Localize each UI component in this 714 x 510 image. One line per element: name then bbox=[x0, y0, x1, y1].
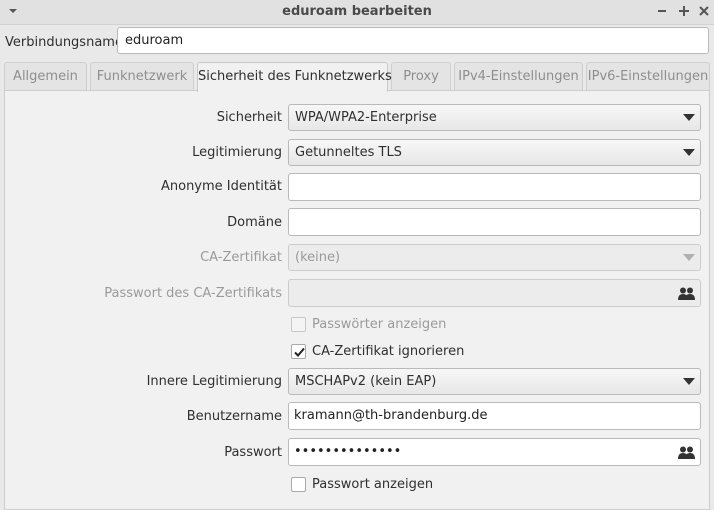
connection-name-label: Verbindungsname bbox=[5, 35, 123, 50]
security-value: WPA/WPA2-Enterprise bbox=[295, 110, 437, 125]
title-bar: eduroam bearbeiten bbox=[0, 0, 714, 25]
domain-label: Domäne bbox=[227, 215, 282, 230]
tab-ipv6-settings[interactable]: IPv6-Einstellungen bbox=[586, 62, 710, 90]
password-label: Passwort bbox=[224, 445, 282, 460]
checkmark-icon bbox=[294, 347, 305, 357]
connection-name-input[interactable]: eduroam bbox=[117, 27, 709, 54]
password-input[interactable]: •••••••••••••• bbox=[288, 438, 701, 466]
security-label: Sicherheit bbox=[216, 110, 282, 125]
security-dropdown[interactable]: WPA/WPA2-Enterprise bbox=[288, 104, 701, 131]
caret-down-icon bbox=[683, 114, 695, 121]
ca-certificate-dropdown[interactable]: (keine) bbox=[288, 244, 701, 271]
inner-authentication-label: Innere Legitimierung bbox=[146, 374, 282, 389]
users-icon[interactable] bbox=[678, 446, 695, 459]
ignore-ca-certificate-checkbox[interactable] bbox=[291, 344, 306, 359]
domain-input[interactable] bbox=[288, 208, 701, 236]
show-passwords-label: Passwörter anzeigen bbox=[312, 317, 447, 332]
close-button[interactable] bbox=[695, 3, 713, 21]
minimize-button[interactable] bbox=[653, 3, 671, 21]
tab-general[interactable]: Allgemein bbox=[4, 62, 87, 90]
show-password-label: Passwort anzeigen bbox=[312, 477, 434, 492]
show-passwords-checkbox[interactable] bbox=[291, 317, 306, 332]
caret-down-icon bbox=[683, 378, 695, 385]
minimize-icon bbox=[658, 10, 666, 12]
tab-proxy[interactable]: Proxy bbox=[391, 62, 451, 90]
username-label: Benutzername bbox=[186, 409, 282, 424]
anonymous-identity-input[interactable] bbox=[288, 173, 701, 201]
inner-authentication-value: MSCHAPv2 (kein EAP) bbox=[295, 374, 437, 389]
maximize-icon bbox=[679, 6, 689, 16]
ca-cert-password-label: Passwort des CA-Zertifikats bbox=[104, 286, 282, 301]
show-password-checkbox[interactable] bbox=[291, 477, 306, 492]
maximize-button[interactable] bbox=[675, 3, 693, 21]
authentication-label: Legitimierung bbox=[192, 145, 282, 160]
ca-cert-password-input[interactable] bbox=[288, 279, 701, 307]
anonymous-identity-label: Anonyme Identität bbox=[160, 179, 282, 194]
ignore-ca-certificate-label: CA-Zertifikat ignorieren bbox=[312, 344, 465, 359]
authentication-dropdown[interactable]: Getunneltes TLS bbox=[288, 139, 701, 166]
tab-ipv4-settings[interactable]: IPv4-Einstellungen bbox=[454, 62, 583, 90]
ca-certificate-label: CA-Zertifikat bbox=[200, 250, 282, 265]
inner-authentication-dropdown[interactable]: MSCHAPv2 (kein EAP) bbox=[288, 368, 701, 395]
password-value: •••••••••••••• bbox=[294, 444, 402, 459]
tab-wifi[interactable]: Funknetzwerk bbox=[90, 62, 194, 90]
username-input[interactable]: kramann@th-brandenburg.de bbox=[288, 402, 701, 430]
tab-wifi-security[interactable]: Sicherheit des Funknetzwerks bbox=[197, 62, 392, 92]
users-icon[interactable] bbox=[678, 287, 695, 300]
caret-down-icon bbox=[683, 149, 695, 156]
close-icon bbox=[699, 6, 709, 16]
caret-down-icon bbox=[683, 254, 695, 261]
window-title: eduroam bearbeiten bbox=[282, 4, 432, 19]
authentication-value: Getunneltes TLS bbox=[295, 145, 402, 160]
ca-certificate-value: (keine) bbox=[295, 250, 341, 265]
